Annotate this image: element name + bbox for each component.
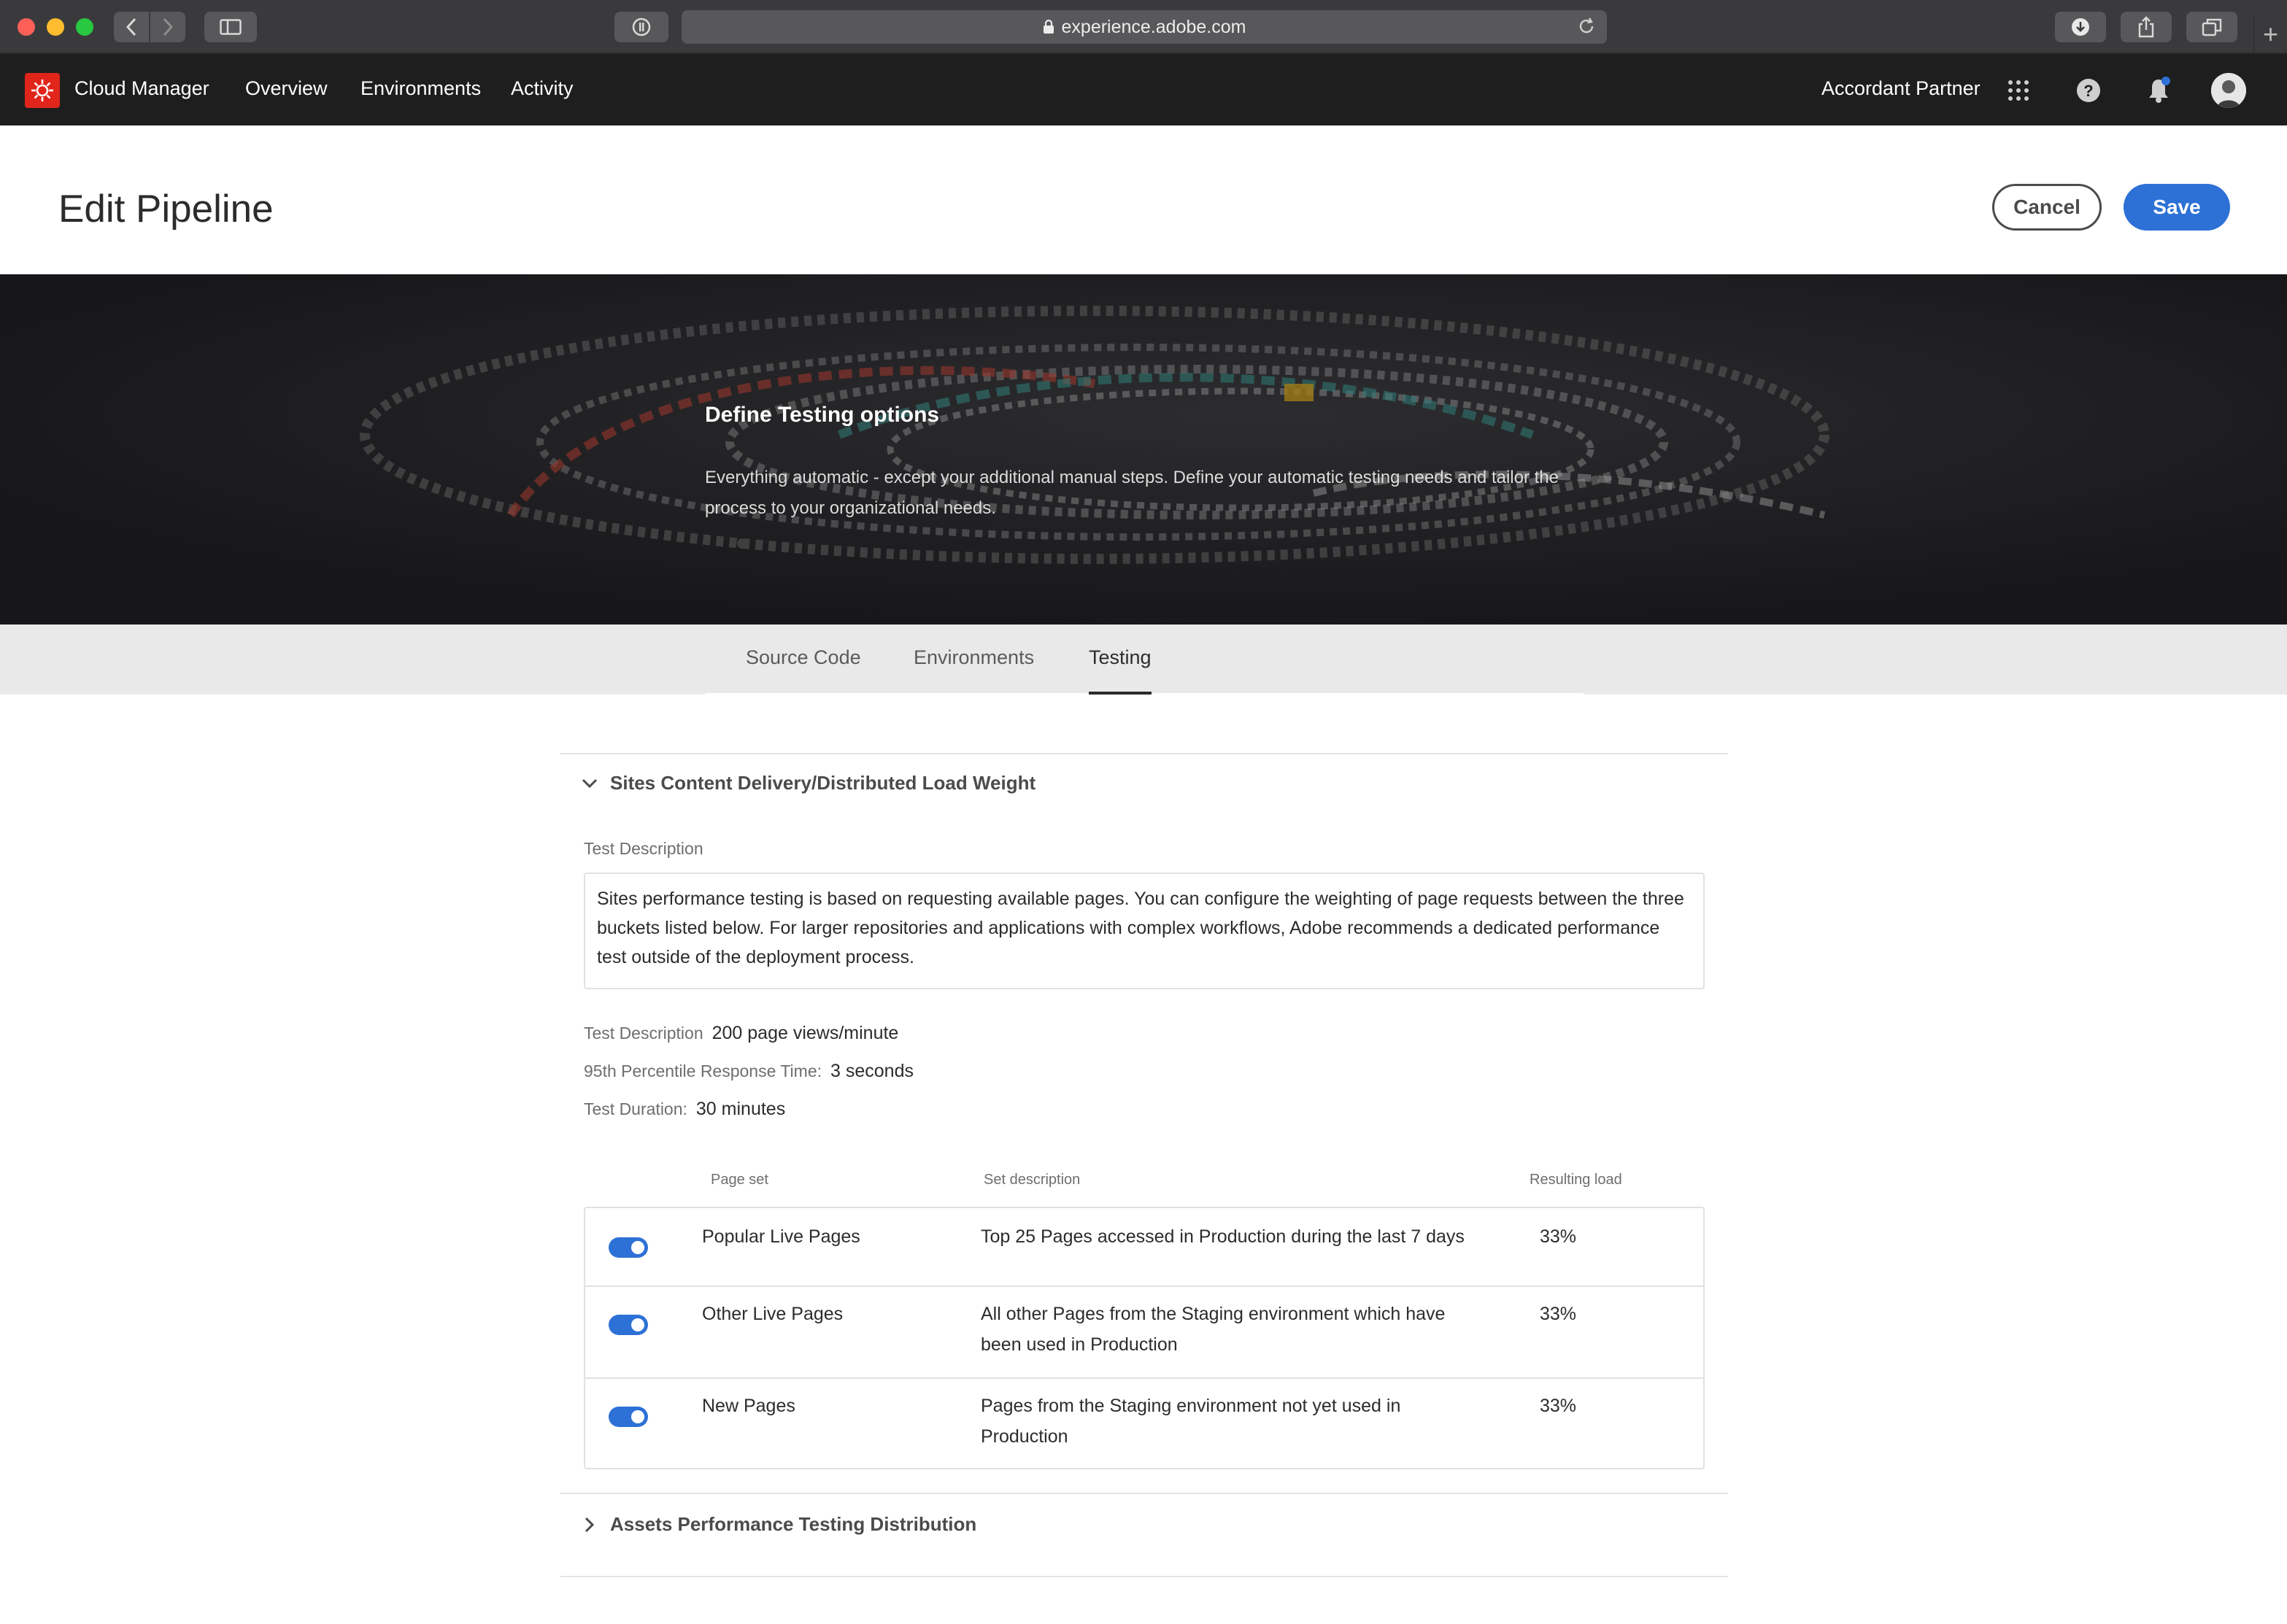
section-divider <box>560 1493 1728 1494</box>
apps-grid-icon[interactable] <box>2001 73 2036 108</box>
toggle-knob <box>631 1318 644 1331</box>
nav-overview[interactable]: Overview <box>245 77 328 100</box>
assets-accordion-title: Assets Performance Testing Distribution <box>610 1513 977 1535</box>
metric-test-duration: Test Duration: 30 minutes <box>584 1099 785 1120</box>
help-glyph: ? <box>2077 79 2100 102</box>
gear-logo-icon <box>31 80 53 101</box>
page-set-description: Top 25 Pages accessed in Production duri… <box>981 1226 1465 1247</box>
back-button[interactable] <box>114 12 149 42</box>
tab-list: Source Code Environments Testing <box>705 625 1584 695</box>
show-tabs-button[interactable] <box>2186 12 2237 42</box>
password-manager-button[interactable] <box>614 12 668 42</box>
password-icon <box>632 18 651 36</box>
apps-grid-glyph <box>2008 80 2029 101</box>
chevron-down-icon <box>576 778 603 789</box>
avatar[interactable] <box>2211 73 2246 108</box>
page-title: Edit Pipeline <box>58 187 274 231</box>
metric-label: Test Duration: <box>584 1099 687 1118</box>
metric-page-views: Test Description 200 page views/minute <box>584 1023 898 1044</box>
org-switcher[interactable]: Accordant Partner <box>1821 77 1981 100</box>
table-row: Other Live Pages All other Pages from th… <box>585 1285 1703 1377</box>
app-header: Cloud Manager Overview Environments Acti… <box>0 54 2287 125</box>
sites-accordion-header[interactable]: Sites Content Delivery/Distributed Load … <box>576 772 1035 794</box>
metric-label: 95th Percentile Response Time: <box>584 1062 822 1080</box>
toggle-switch[interactable] <box>609 1237 648 1258</box>
chevron-right-icon <box>163 18 174 36</box>
avatar-image <box>2211 73 2246 108</box>
hero-banner: Define Testing options Everything automa… <box>0 274 2287 625</box>
page-set-load: 33% <box>1540 1304 1577 1324</box>
toggle-switch[interactable] <box>609 1315 648 1335</box>
chevron-left-icon <box>126 18 136 36</box>
notification-badge <box>2161 77 2170 85</box>
nav-environments[interactable]: Environments <box>360 77 481 100</box>
new-tab-button[interactable]: + <box>2253 15 2287 54</box>
browser-toolbar: experience.adobe.com + <box>0 0 2287 54</box>
share-icon <box>2138 16 2154 38</box>
page-set-description: Pages from the Staging environment not y… <box>981 1396 1401 1447</box>
sidebar-icon <box>220 19 242 35</box>
column-header-resulting-load: Resulting load <box>1530 1172 1622 1188</box>
svg-text:?: ? <box>2083 82 2093 100</box>
toggle-knob <box>631 1241 644 1254</box>
close-window-button[interactable] <box>18 18 35 36</box>
toggle-knob <box>631 1410 644 1423</box>
help-icon[interactable]: ? <box>2071 73 2106 108</box>
save-button[interactable]: Save <box>2124 184 2230 231</box>
tab-environments[interactable]: Environments <box>914 646 1034 695</box>
hero-description: Everything automatic - except your addit… <box>705 468 1559 518</box>
bell-glyph <box>2149 77 2170 103</box>
column-header-set-description: Set description <box>984 1172 1081 1188</box>
sites-accordion-title: Sites Content Delivery/Distributed Load … <box>610 772 1036 794</box>
metric-label: Test Description <box>584 1024 703 1043</box>
downloads-button[interactable] <box>2055 12 2106 42</box>
nav-activity[interactable]: Activity <box>511 77 574 100</box>
tabs-icon <box>2202 18 2222 36</box>
table-row: New Pages Pages from the Staging environ… <box>585 1377 1703 1468</box>
adobe-cloud-manager-logo[interactable] <box>25 73 60 108</box>
hero-background-art <box>0 274 2287 625</box>
page-set-name: Other Live Pages <box>702 1304 844 1324</box>
section-divider <box>560 1576 1728 1577</box>
section-divider <box>560 753 1728 754</box>
zoom-window-button[interactable] <box>76 18 93 36</box>
test-description-label: Test Description <box>584 839 703 858</box>
plus-icon: + <box>2262 19 2279 49</box>
download-icon <box>2072 18 2089 36</box>
cancel-button[interactable]: Cancel <box>1992 184 2102 231</box>
tab-source-code[interactable]: Source Code <box>746 646 861 695</box>
app-title[interactable]: Cloud Manager <box>74 77 209 100</box>
sidebar-toggle-button[interactable] <box>204 12 257 42</box>
bell-icon[interactable] <box>2141 73 2176 108</box>
page-set-load: 33% <box>1540 1396 1577 1416</box>
assets-accordion-header[interactable]: Assets Performance Testing Distribution <box>576 1513 976 1536</box>
page-set-description: All other Pages from the Staging environ… <box>981 1304 1446 1355</box>
metric-response-time: 95th Percentile Response Time: 3 seconds <box>584 1061 914 1082</box>
lock-icon <box>1043 20 1054 34</box>
hero-title: Define Testing options <box>705 403 940 427</box>
minimize-window-button[interactable] <box>47 18 64 36</box>
metric-value: 3 seconds <box>830 1061 914 1081</box>
tab-testing[interactable]: Testing <box>1089 646 1152 695</box>
page-set-name: Popular Live Pages <box>702 1226 860 1247</box>
page-set-load: 33% <box>1540 1226 1577 1247</box>
page-set-table: Popular Live Pages Top 25 Pages accessed… <box>584 1207 1705 1469</box>
url-text: experience.adobe.com <box>1061 16 1246 37</box>
address-bar[interactable]: experience.adobe.com <box>682 10 1607 44</box>
tab-band: Source Code Environments Testing <box>0 625 2287 695</box>
metric-value: 200 page views/minute <box>711 1023 899 1043</box>
share-button[interactable] <box>2121 12 2172 42</box>
test-description-field[interactable]: Sites performance testing is based on re… <box>584 873 1705 989</box>
metric-value: 30 minutes <box>695 1099 786 1119</box>
reload-icon[interactable] <box>1576 16 1597 36</box>
column-header-page-set: Page set <box>711 1172 768 1188</box>
table-row: Popular Live Pages Top 25 Pages accessed… <box>585 1208 1703 1285</box>
forward-button[interactable] <box>150 12 185 42</box>
page-set-name: New Pages <box>702 1396 795 1416</box>
toggle-switch[interactable] <box>609 1407 648 1427</box>
chevron-right-icon <box>576 1517 603 1533</box>
